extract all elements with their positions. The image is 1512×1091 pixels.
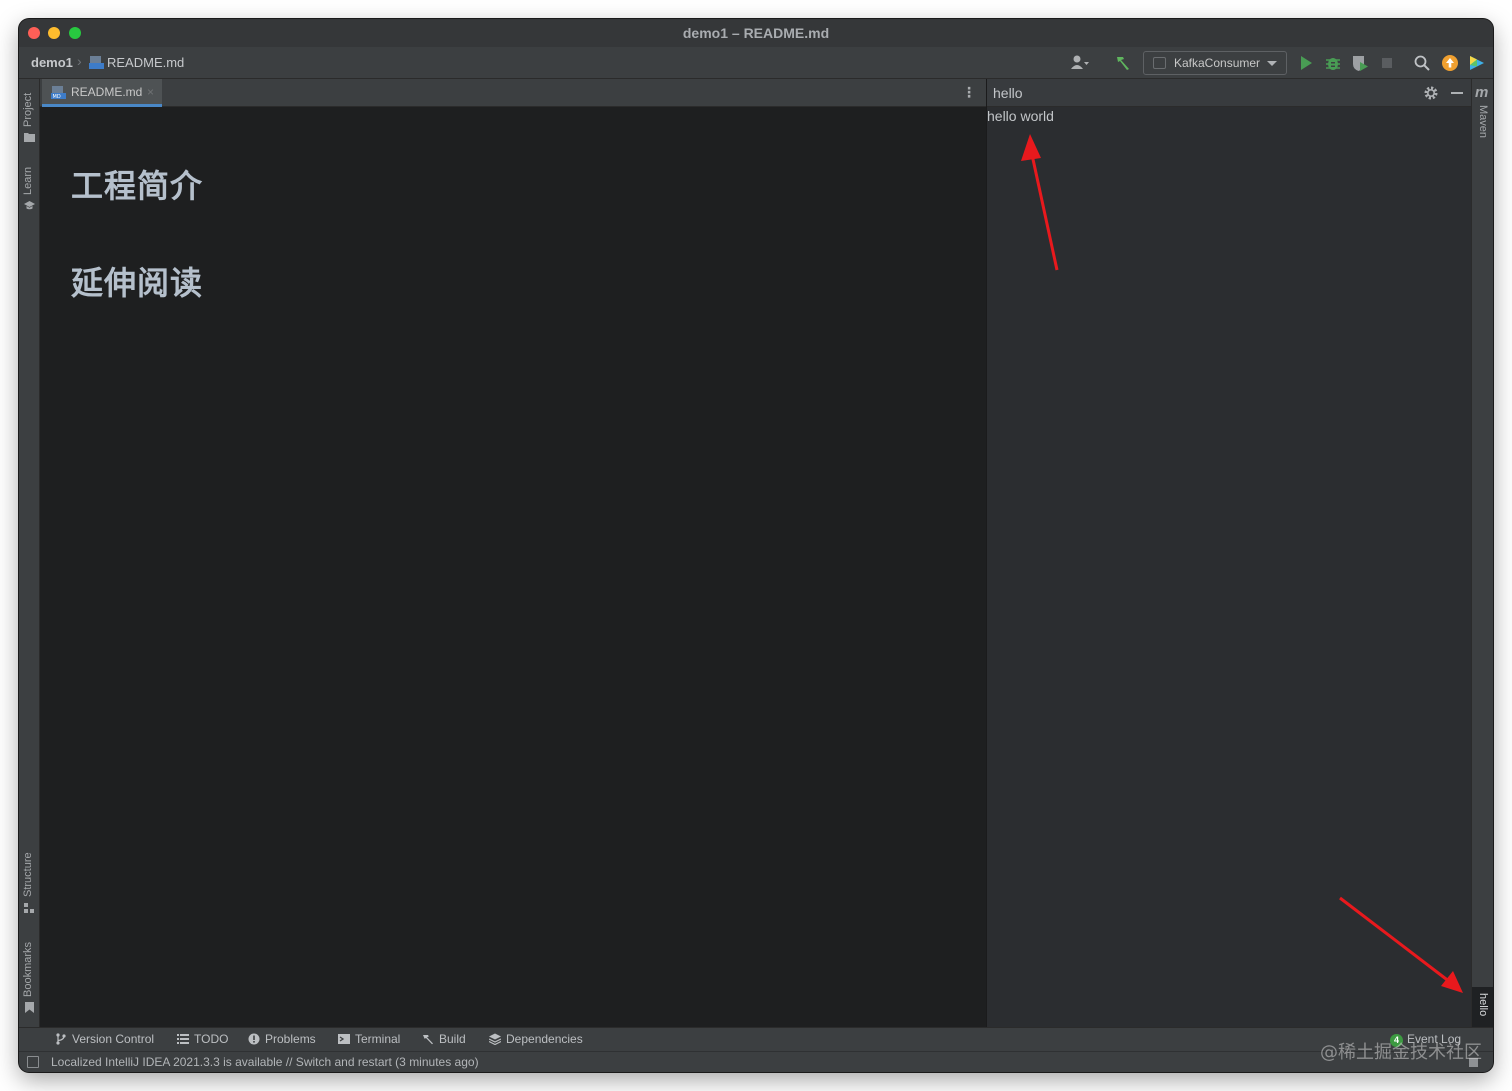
close-tab-icon[interactable]: × <box>147 79 154 105</box>
run-config-icon <box>1153 57 1166 69</box>
editor-tab-bar: MD README.md × ⋮ <box>40 79 986 107</box>
tabs-more-menu-icon[interactable]: ⋮ <box>962 84 976 101</box>
layers-icon <box>489 1033 501 1045</box>
navigation-bar: demo1 › README.md KafkaConsumer <box>19 47 1493 79</box>
status-message[interactable]: Localized IntelliJ IDEA 2021.3.3 is avai… <box>51 1055 479 1069</box>
tool-window-text: hello world <box>987 108 1054 124</box>
markdown-heading: 延伸阅读 <box>71 265 204 301</box>
run-configuration-label: KafkaConsumer <box>1174 56 1261 70</box>
tool-tab-learn[interactable]: Learn <box>19 159 40 215</box>
bottom-tab-build[interactable]: Build <box>422 1032 466 1046</box>
tool-tab-learn-label: Learn <box>22 166 34 195</box>
breadcrumb-separator: › <box>77 53 82 69</box>
breadcrumb-file[interactable]: README.md <box>107 55 184 70</box>
bottom-tab-label: Dependencies <box>506 1032 583 1046</box>
bookmark-icon <box>25 1002 34 1013</box>
bottom-tab-terminal[interactable]: Terminal <box>338 1032 400 1046</box>
update-available-icon[interactable] <box>1440 53 1460 73</box>
gear-icon[interactable] <box>1423 85 1439 101</box>
tool-window-header: hello <box>987 79 1472 107</box>
folder-icon <box>24 133 35 142</box>
run-configuration-selector[interactable]: KafkaConsumer <box>1143 51 1287 75</box>
window-title: demo1 – README.md <box>682 25 830 41</box>
bottom-tab-label: Build <box>439 1032 466 1046</box>
bottom-tab-label: Version Control <box>72 1032 155 1046</box>
tool-tab-structure[interactable]: Structure <box>19 843 40 917</box>
maven-icon: m <box>1475 84 1489 101</box>
watermark: @稀土掘金技术社区 <box>1320 1042 1482 1063</box>
search-icon[interactable] <box>1412 53 1432 73</box>
run-icon[interactable] <box>1296 53 1316 73</box>
structure-icon <box>24 903 34 913</box>
right-tool-strip: m Maven hello <box>1471 79 1493 1027</box>
editor-tab-readme[interactable]: MD README.md × <box>42 79 162 107</box>
hide-tool-window-icon[interactable] <box>1451 92 1463 94</box>
markdown-badge-text: MD <box>53 94 61 100</box>
tool-window-title: hello <box>993 85 1023 101</box>
terminal-icon <box>338 1034 350 1044</box>
markdown-heading: 工程简介 <box>71 168 204 204</box>
run-with-coverage-icon[interactable] <box>1350 53 1370 73</box>
graduation-cap-icon <box>24 201 35 210</box>
debug-bug-icon[interactable] <box>1323 53 1343 73</box>
stop-icon[interactable] <box>1377 53 1397 73</box>
bottom-tool-bar: Version Control TODO Problems Terminal B… <box>19 1027 1493 1051</box>
tool-tab-project-label: Project <box>22 92 34 127</box>
close-window-button[interactable] <box>28 27 40 39</box>
bottom-tab-label: Terminal <box>355 1032 401 1046</box>
tool-tab-bookmarks-label: Bookmarks <box>22 941 34 997</box>
hello-tool-window: hello hello world <box>986 79 1472 1027</box>
zoom-window-button[interactable] <box>69 27 81 39</box>
hammer-icon <box>423 1035 433 1045</box>
account-icon[interactable] <box>1069 53 1089 73</box>
tool-tab-maven[interactable]: m Maven <box>1472 83 1493 145</box>
markdown-file-icon: MD <box>51 86 66 100</box>
markdown-file-icon <box>89 56 104 69</box>
status-bar: Localized IntelliJ IDEA 2021.3.3 is avai… <box>19 1051 1493 1072</box>
bottom-tab-todo[interactable]: TODO <box>177 1032 228 1046</box>
tool-window-content[interactable]: hello world <box>987 107 1472 1027</box>
list-icon <box>177 1034 189 1044</box>
minimize-window-button[interactable] <box>48 27 60 39</box>
title-bar: demo1 – README.md <box>19 19 1493 47</box>
branch-icon <box>56 1033 66 1045</box>
breadcrumb-project[interactable]: demo1 <box>31 55 73 70</box>
editor-tab-label: README.md <box>71 85 143 99</box>
tool-tab-bookmarks[interactable]: Bookmarks <box>19 935 40 1019</box>
tool-tab-hello-label: hello <box>1477 993 1489 1017</box>
tool-tab-structure-label: Structure <box>22 852 34 897</box>
left-tool-strip: Project Learn Structure Bookmarks <box>19 79 40 1027</box>
tool-tab-maven-label: Maven <box>1477 105 1489 139</box>
bottom-tab-version-control[interactable]: Version Control <box>55 1032 154 1046</box>
bottom-tab-label: Problems <box>265 1032 316 1046</box>
chevron-down-icon <box>1267 61 1277 66</box>
build-hammer-icon[interactable] <box>1113 53 1133 73</box>
tool-tab-hello[interactable]: hello <box>1472 987 1493 1027</box>
bottom-tab-label: TODO <box>194 1032 229 1046</box>
toggle-tool-windows-icon[interactable] <box>27 1056 39 1068</box>
problems-icon <box>248 1033 260 1045</box>
bottom-tab-problems[interactable]: Problems <box>248 1032 316 1046</box>
bottom-tab-dependencies[interactable]: Dependencies <box>489 1032 583 1046</box>
code-with-me-icon[interactable] <box>1467 53 1487 73</box>
editor-preview[interactable]: 工程简介 延伸阅读 <box>40 107 986 1027</box>
ide-window: demo1 – README.md demo1 › README.md Kafk… <box>19 19 1493 1072</box>
tool-tab-project[interactable]: Project <box>19 83 40 143</box>
